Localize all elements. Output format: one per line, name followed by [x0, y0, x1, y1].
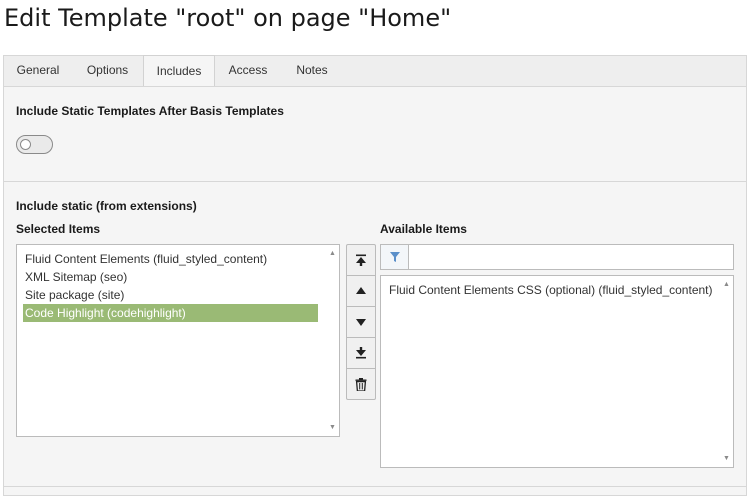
tab-bar: General Options Includes Access Notes — [3, 55, 747, 89]
tab-notes[interactable]: Notes — [281, 55, 343, 88]
section-divider — [4, 486, 746, 487]
static-after-basis-toggle[interactable] — [16, 135, 53, 154]
move-buttons — [346, 244, 376, 400]
available-items-list[interactable]: Fluid Content Elements CSS (optional) (f… — [380, 275, 734, 468]
move-to-bottom-button[interactable] — [347, 338, 375, 369]
move-to-top-button[interactable] — [347, 245, 375, 276]
move-up-icon — [356, 287, 366, 294]
list-item[interactable]: Fluid Content Elements CSS (optional) (f… — [387, 281, 713, 299]
static-after-basis-label: Include Static Templates After Basis Tem… — [16, 104, 284, 118]
filter-input[interactable] — [410, 245, 732, 269]
move-to-top-icon — [356, 254, 366, 266]
trash-icon — [355, 378, 367, 391]
section-divider — [4, 181, 746, 182]
toggle-knob — [20, 139, 31, 150]
tab-general[interactable]: General — [4, 55, 72, 88]
scroll-up-arrow[interactable]: ▲ — [722, 280, 731, 289]
list-item[interactable]: Fluid Content Elements (fluid_styled_con… — [23, 250, 267, 268]
list-item[interactable]: Site package (site) — [23, 286, 124, 304]
filter-icon-box — [381, 245, 409, 269]
tab-access[interactable]: Access — [215, 55, 281, 88]
tab-options[interactable]: Options — [72, 55, 143, 88]
move-down-icon — [356, 319, 366, 326]
scroll-up-arrow[interactable]: ▲ — [328, 249, 337, 258]
scroll-down-arrow[interactable]: ▼ — [722, 454, 731, 463]
list-item[interactable]: XML Sitemap (seo) — [23, 268, 127, 286]
available-items-filter — [380, 244, 734, 270]
include-static-heading: Include static (from extensions) — [16, 199, 197, 213]
tab-includes[interactable]: Includes — [143, 55, 215, 89]
list-item-selected[interactable]: Code Highlight (codehighlight) — [23, 304, 318, 322]
selected-items-label: Selected Items — [16, 222, 101, 236]
move-to-bottom-icon — [356, 347, 366, 359]
scroll-down-arrow[interactable]: ▼ — [328, 423, 337, 432]
includes-panel: Include Static Templates After Basis Tem… — [3, 86, 747, 496]
move-up-button[interactable] — [347, 276, 375, 307]
page-title: Edit Template "root" on page "Home" — [4, 4, 452, 32]
remove-button[interactable] — [347, 369, 375, 400]
available-items-label: Available Items — [380, 222, 467, 236]
filter-icon — [390, 252, 400, 262]
selected-items-list[interactable]: Fluid Content Elements (fluid_styled_con… — [16, 244, 340, 437]
move-down-button[interactable] — [347, 307, 375, 338]
